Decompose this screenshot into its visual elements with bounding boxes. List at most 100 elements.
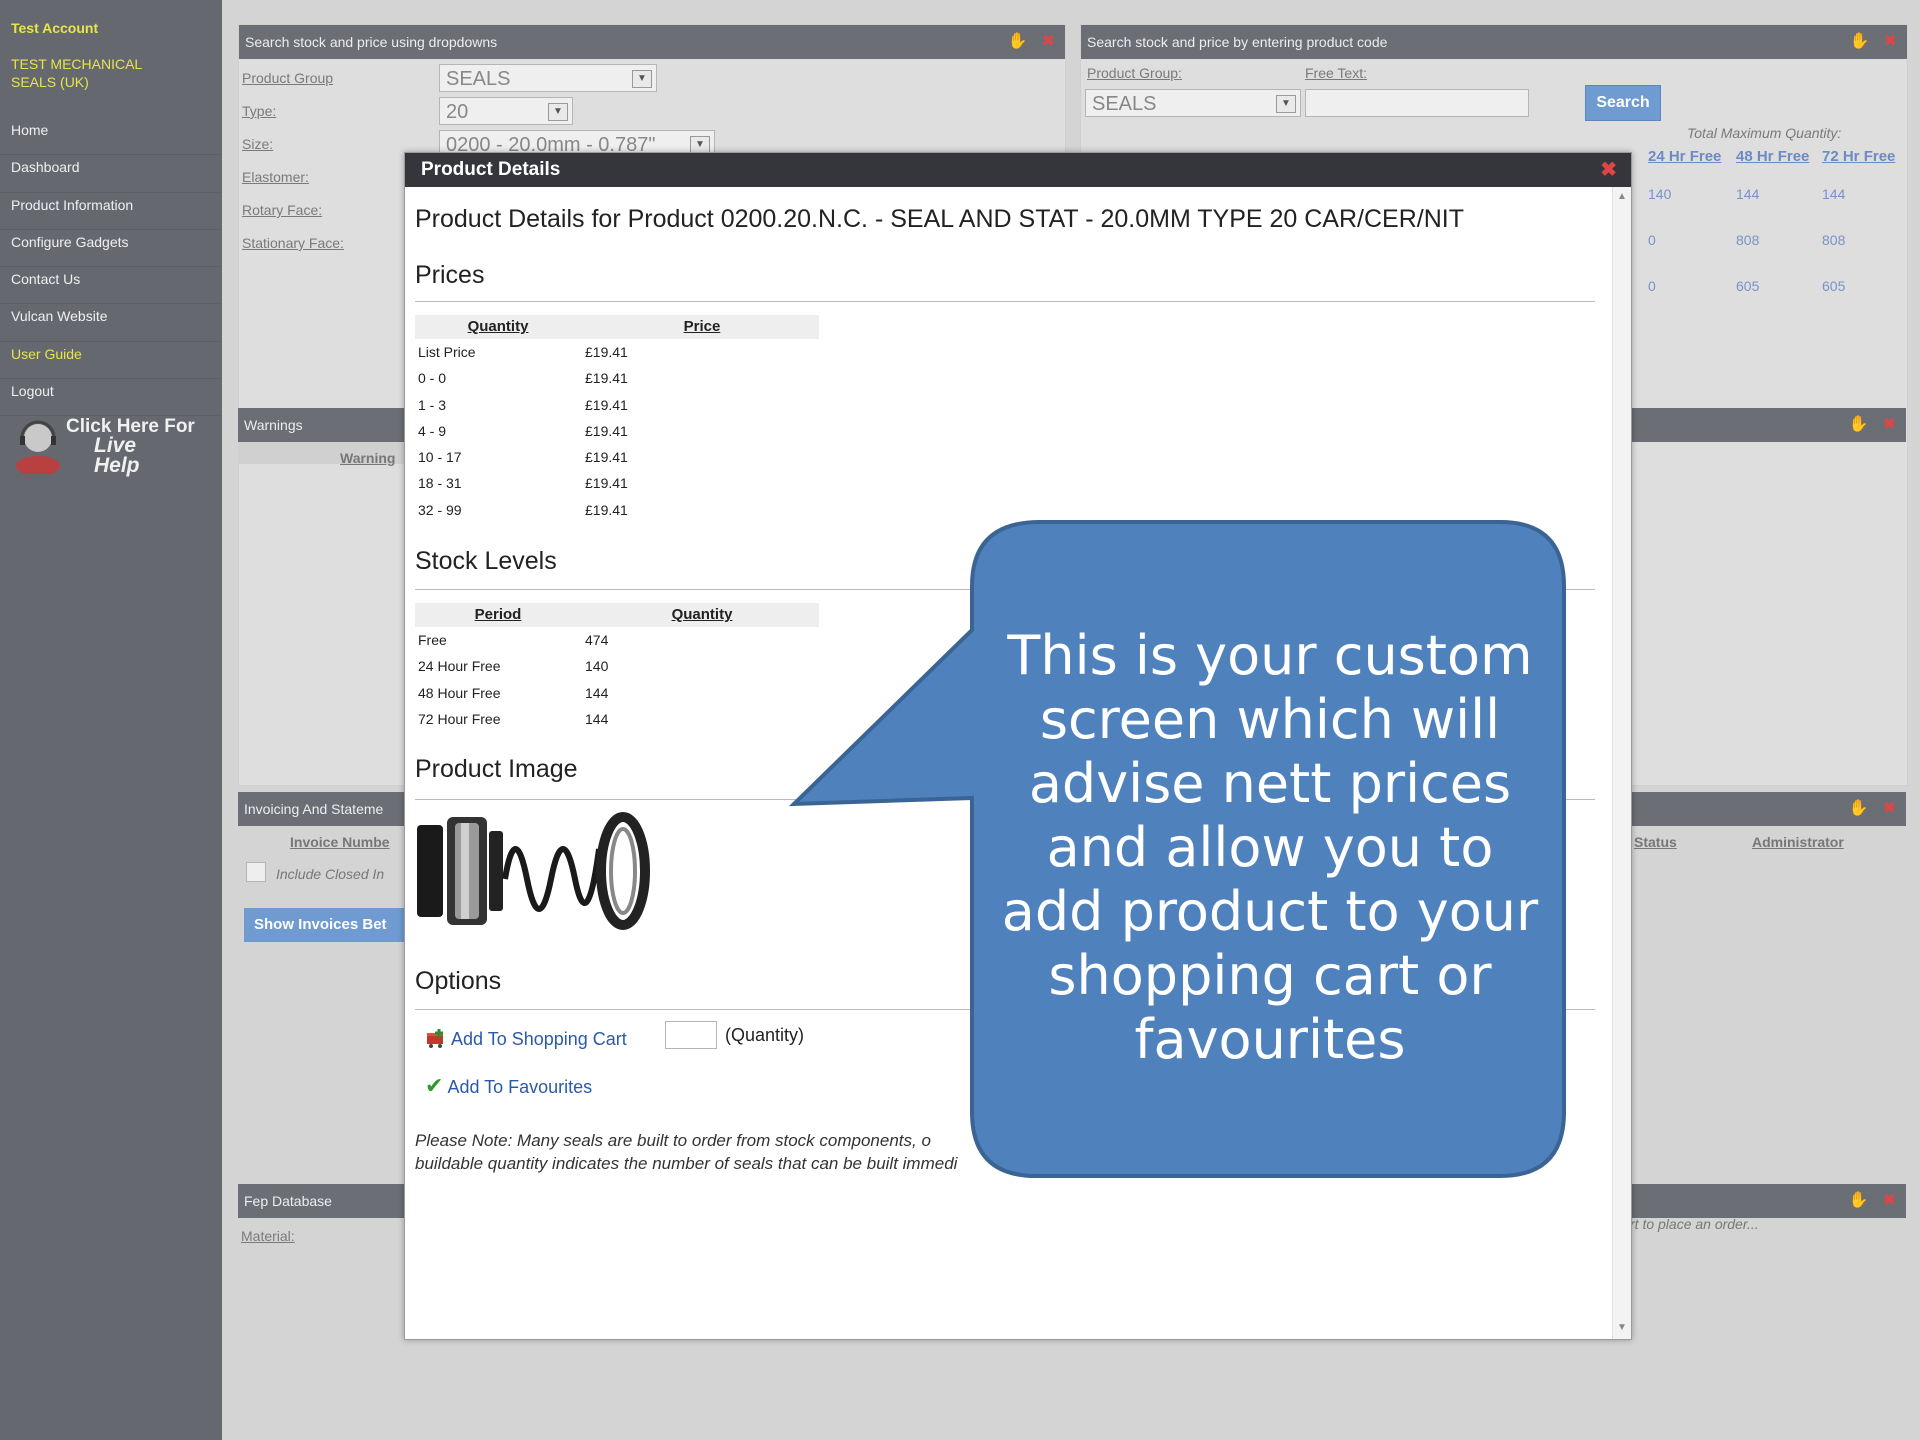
col-status[interactable]: Status [1634,834,1677,850]
label-elastomer: Elastomer: [242,169,309,185]
sidebar-item-logout[interactable]: Logout [0,379,222,417]
code-product-group-select[interactable]: SEALS ▼ [1085,89,1301,117]
options-heading: Options [415,967,502,995]
cell: 474 [585,632,609,648]
product-image [417,812,650,930]
sidebar-item-product-information[interactable]: Product Information [0,193,222,230]
sidebar: Test Account TEST MECHANICAL SEALS (UK) … [0,0,222,1440]
cell: 24 Hour Free [418,658,501,675]
add-to-favourites-label[interactable]: Add To Favourites [447,1077,592,1097]
drag-hand-icon[interactable]: ✋ [1849,1192,1869,1209]
qty-cell: 144 [1736,186,1760,202]
cell: £19.41 [585,449,628,466]
modal-scrollbar[interactable]: ▲ ▼ [1612,187,1631,1339]
label-size: Size: [242,136,274,152]
drag-hand-icon[interactable]: ✋ [1849,800,1869,817]
free-text-input[interactable] [1305,89,1529,117]
cell: 4 - 9 [418,422,447,439]
sidebar-item-home[interactable]: Home [0,118,222,156]
sidebar-item-vulcan-website[interactable]: Vulcan Website [0,304,222,342]
table-row: 48 Hour Free 144 [415,680,819,706]
product-group-select[interactable]: SEALS ▼ [439,64,657,92]
close-icon[interactable]: ✖ [1884,33,1897,50]
table-row: 1 - 3 £19.41 [415,392,819,418]
support-agent-icon [16,420,60,474]
cell: 0 - 0 [418,370,447,387]
cell: £19.41 [585,396,628,413]
panel-title: Search stock and price by entering produ… [1087,34,1388,50]
close-icon[interactable]: ✖ [1883,800,1896,817]
callout-text: This is your custom screen which will ad… [1001,624,1539,1071]
label-type: Type: [242,103,277,119]
order-hint-text: rt to place an order... [1630,1216,1759,1232]
cell: 140 [585,658,609,675]
add-to-cart-label[interactable]: Add To Shopping Cart [451,1029,627,1049]
table-row: 32 - 99 £19.41 [415,497,819,523]
stock-table: Period Quantity Free 474 24 Hour Free 140 4… [415,603,819,732]
modal-header[interactable]: Product Details ✖ [405,153,1631,187]
checkmark-icon: ✔ [425,1073,444,1098]
label-product-group: Product Group: [1087,65,1182,81]
live-help-line2: Live Help [94,434,140,477]
add-to-favourites-link[interactable]: ✔ Add To Favourites [425,1073,592,1099]
col-72hr[interactable]: 72 Hr Free [1822,148,1895,165]
product-heading: Product Details for Product 0200.20.N.C.… [415,205,1464,233]
table-row: Free 474 [415,627,819,653]
close-icon[interactable]: ✖ [1883,416,1896,433]
drag-hand-icon[interactable]: ✋ [1850,33,1870,50]
close-icon[interactable]: ✖ [1600,153,1617,187]
include-closed-label: Include Closed In [276,866,385,882]
cell: £19.41 [585,501,628,518]
sidebar-item-contact-us[interactable]: Contact Us [0,267,222,305]
qty-cell: 144 [1822,186,1846,202]
col-period[interactable]: Period [415,603,581,627]
type-select[interactable]: 20 ▼ [439,97,573,125]
drag-hand-icon[interactable]: ✋ [1008,33,1028,50]
table-row: 10 - 17 £19.41 [415,444,819,470]
note-line: Please Note: Many seals are built to ord… [415,1131,931,1150]
cell: List Price [418,344,476,360]
col-invoice-number[interactable]: Invoice Numbe [290,834,390,850]
qty-cell: 605 [1736,278,1760,294]
account-name[interactable]: Test Account [11,20,98,36]
modal-title: Product Details [421,159,561,180]
cell: 1 - 3 [418,396,447,413]
col-24hr[interactable]: 24 Hr Free [1648,148,1721,165]
col-quantity[interactable]: Quantity [415,315,581,339]
sidebar-item-dashboard[interactable]: Dashboard [0,155,222,193]
col-warning[interactable]: Warning [340,450,395,466]
drag-hand-icon[interactable]: ✋ [1849,416,1869,433]
sidebar-item-user-guide[interactable]: User Guide [0,342,222,380]
sidebar-item-configure-gadgets[interactable]: Configure Gadgets [0,230,222,268]
panel-title: Fep Database [244,1193,332,1209]
live-help-link[interactable]: Click Here For Live Help [12,416,212,476]
qty-cell: 0 [1648,232,1656,248]
search-button[interactable]: Search [1585,85,1661,121]
col-administrator[interactable]: Administrator [1752,834,1844,850]
panel-header[interactable]: Search stock and price by entering produ… [1081,25,1907,59]
cell: £19.41 [585,422,628,439]
add-to-cart-link[interactable]: Add To Shopping Cart [425,1023,627,1050]
panel-title: Invoicing And Stateme [244,801,384,817]
close-icon[interactable]: ✖ [1883,1192,1896,1209]
stock-heading: Stock Levels [415,547,557,575]
prices-table: Quantity Price List Price £19.41 0 - 0 £19.… [415,315,819,523]
quantity-input[interactable] [665,1021,717,1049]
col-48hr[interactable]: 48 Hr Free [1736,148,1809,165]
scroll-down-icon[interactable]: ▼ [1617,1322,1627,1333]
cell: 144 [585,710,609,727]
show-invoices-button[interactable]: Show Invoices Bet [244,908,414,942]
quantity-label: (Quantity) [725,1025,805,1045]
cell: 48 Hour Free [418,684,501,701]
include-closed-checkbox[interactable] [246,862,266,882]
col-stock-quantity[interactable]: Quantity [585,603,819,627]
panel-header[interactable]: Search stock and price using dropdowns ✋… [239,25,1065,59]
col-price[interactable]: Price [585,315,819,339]
qty-cell: 605 [1822,278,1846,294]
scroll-up-icon[interactable]: ▲ [1617,191,1627,202]
close-icon[interactable]: ✖ [1042,33,1055,50]
label-rotary-face: Rotary Face: [242,202,323,218]
sidebar-nav: Home Dashboard Product Information Confi… [0,118,222,417]
cell: Free [418,632,447,648]
cell: 144 [585,684,609,701]
